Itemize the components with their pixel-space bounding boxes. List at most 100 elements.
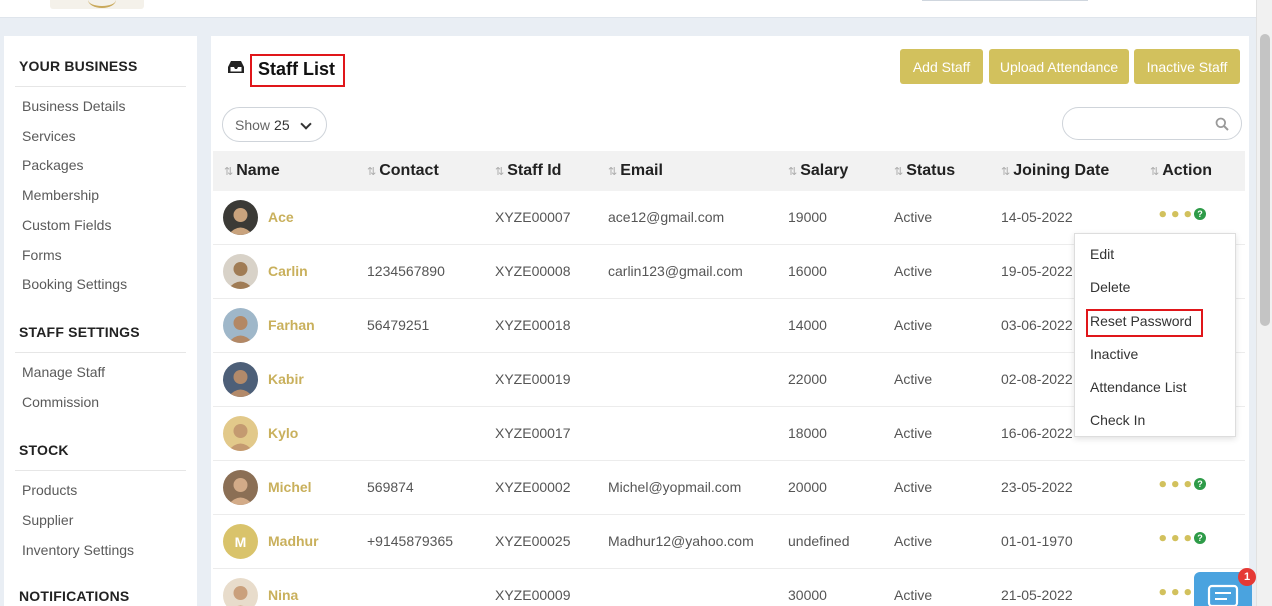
table-row: Nina XYZE00009 30000 Active 21-05-2022 ••• [213,569,1245,606]
sidebar-item-business-details[interactable]: Business Details [22,98,126,114]
sidebar-divider [15,470,186,471]
avatar-photo [223,416,258,451]
more-actions-icon[interactable]: ••• [1157,583,1195,604]
column-header-staff-id[interactable]: ⇅ Staff Id [495,162,561,180]
cell-email: carlin123@gmail.com [608,263,743,279]
sidebar-item-commission[interactable]: Commission [22,394,99,410]
sort-icon: ⇅ [608,166,618,178]
column-header-label: Status [906,162,956,179]
column-header-joining-date[interactable]: ⇅ Joining Date [1001,162,1109,180]
staff-name-link[interactable]: Carlin [268,263,308,279]
cell-status: Active [894,317,933,333]
cell-joining-date: 14-05-2022 [1001,209,1073,225]
page-size-select[interactable]: Show 25 [222,107,327,142]
sidebar-item-booking-settings[interactable]: Booking Settings [22,276,127,292]
help-icon[interactable]: ? [1194,208,1206,220]
cell-joining-date: 02-08-2022 [1001,371,1073,387]
cell-salary: 20000 [788,479,827,495]
staff-name-link[interactable]: Kylo [268,425,298,441]
action-menu: Edit Delete Reset Password Inactive Atte… [1074,233,1236,437]
cell-salary: 14000 [788,317,827,333]
column-header-action[interactable]: ⇅ Action [1150,162,1212,180]
sidebar-item-custom-fields[interactable]: Custom Fields [22,217,111,233]
chat-notification-badge: 1 [1238,568,1256,586]
more-actions-icon[interactable]: ••• [1157,205,1195,226]
menu-item-inactive[interactable]: Inactive [1090,346,1138,362]
avatar [223,416,258,451]
avatar [223,362,258,397]
staff-name-link[interactable]: Ace [268,209,294,225]
help-icon[interactable]: ? [1194,478,1206,490]
table-header: ⇅ Name ⇅ Contact ⇅ Staff Id ⇅ Email ⇅ Salary … [213,151,1245,191]
staff-name-link[interactable]: Madhur [268,533,319,549]
search-input[interactable] [1062,107,1242,140]
sidebar-item-services[interactable]: Services [22,128,76,144]
menu-item-reset-password[interactable]: Reset Password [1090,313,1192,329]
help-icon[interactable]: ? [1194,532,1206,544]
column-header-email[interactable]: ⇅ Email [608,162,663,180]
sidebar-item-packages[interactable]: Packages [22,157,83,173]
menu-item-attendance-list[interactable]: Attendance List [1090,379,1187,395]
column-header-label: Contact [379,162,439,179]
menu-item-delete[interactable]: Delete [1090,279,1130,295]
search-icon[interactable] [1215,117,1229,131]
avatar [223,470,258,505]
column-header-salary[interactable]: ⇅ Salary [788,162,848,180]
cell-staff-id: XYZE00025 [495,533,571,549]
sidebar-section-staff-settings: STAFF SETTINGS [19,324,140,340]
sidebar-item-products[interactable]: Products [22,482,77,498]
cell-status: Active [894,371,933,387]
sidebar-divider [15,86,186,87]
cell-salary: 30000 [788,587,827,603]
sidebar-item-supplier[interactable]: Supplier [22,512,73,528]
more-actions-icon[interactable]: ••• [1157,475,1195,496]
cell-salary: undefined [788,533,850,549]
top-bar [0,0,1256,18]
cell-joining-date: 19-05-2022 [1001,263,1073,279]
column-header-label: Joining Date [1013,162,1110,179]
more-actions-icon[interactable]: ••• [1157,529,1195,550]
column-header-status[interactable]: ⇅ Status [894,162,955,180]
cell-staff-id: XYZE00008 [495,263,571,279]
sort-icon: ⇅ [1001,166,1011,178]
cell-status: Active [894,263,933,279]
column-header-label: Staff Id [507,162,562,179]
cell-status: Active [894,587,933,603]
upload-attendance-button[interactable]: Upload Attendance [989,49,1129,84]
staff-name-link[interactable]: Kabir [268,371,304,387]
menu-item-check-in[interactable]: Check In [1090,412,1145,428]
avatar [223,578,258,606]
staff-name-link[interactable]: Nina [268,587,298,603]
cell-contact: 1234567890 [367,263,445,279]
sidebar-item-inventory-settings[interactable]: Inventory Settings [22,542,134,558]
staff-name-link[interactable]: Farhan [268,317,315,333]
column-header-contact[interactable]: ⇅ Contact [367,162,439,180]
column-header-label: Action [1162,162,1212,179]
add-staff-button[interactable]: Add Staff [900,49,983,84]
sort-icon: ⇅ [894,166,904,178]
menu-item-edit[interactable]: Edit [1090,246,1114,262]
cell-staff-id: XYZE00009 [495,587,571,603]
avatar-photo [223,308,258,343]
page-scrollbar[interactable] [1256,0,1272,606]
header-field-edge [922,0,1088,1]
sidebar-item-membership[interactable]: Membership [22,187,99,203]
sidebar-item-forms[interactable]: Forms [22,247,62,263]
sort-icon: ⇅ [1150,166,1160,178]
sidebar-item-manage-staff[interactable]: Manage Staff [22,364,105,380]
cell-staff-id: XYZE00017 [495,425,571,441]
sidebar-section-notifications: NOTIFICATIONS [19,588,130,604]
sort-icon: ⇅ [495,166,505,178]
cell-email: ace12@gmail.com [608,209,725,225]
sort-icon: ⇅ [224,166,234,178]
scrollbar-thumb[interactable] [1260,34,1270,326]
column-header-name[interactable]: ⇅ Name [224,162,280,180]
staff-name-link[interactable]: Michel [268,479,312,495]
sidebar-section-your-business: YOUR BUSINESS [19,58,138,74]
brand-logo[interactable] [50,0,144,9]
inactive-staff-button[interactable]: Inactive Staff [1134,49,1240,84]
avatar-photo [223,362,258,397]
column-header-label: Salary [800,162,849,179]
sidebar: YOUR BUSINESS Business Details Services … [4,36,197,606]
table-row: M Madhur +9145879365 XYZE00025 Madhur12@yaho… [213,515,1245,569]
